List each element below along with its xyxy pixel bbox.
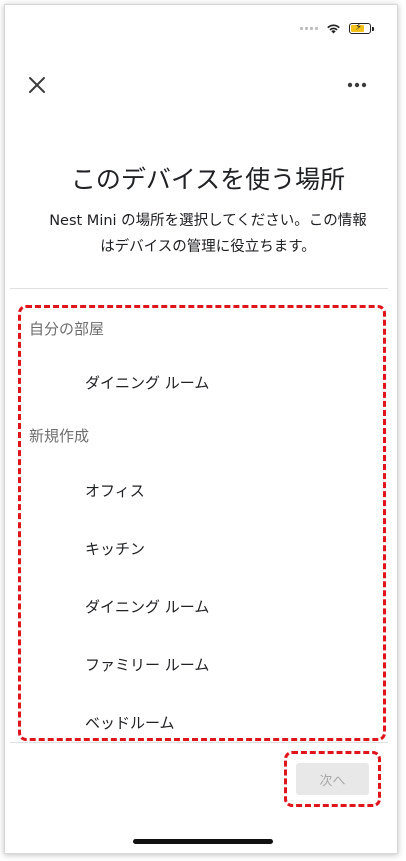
- cellular-signal-icon: [300, 27, 318, 30]
- section-header-my-rooms: 自分の部屋: [29, 320, 105, 338]
- wifi-icon: [327, 24, 340, 34]
- room-list: 自分の部屋 ダイニング ルーム 新規作成 オフィス キッチン ダイニング ルーム…: [18, 305, 386, 741]
- page-title: このデバイスを使う場所: [70, 165, 346, 194]
- next-button-highlight: 次へ: [284, 751, 381, 807]
- page-description: Nest Mini の場所を選択してください。この情報はデバイスの管理に役立ちま…: [49, 213, 367, 255]
- room-option-dining-existing[interactable]: ダイニング ルーム: [85, 372, 209, 393]
- more-options-button[interactable]: [339, 67, 375, 103]
- more-horizontal-icon: [347, 82, 367, 88]
- footer-divider: [10, 742, 388, 743]
- close-button[interactable]: [19, 67, 55, 103]
- room-option-dining[interactable]: ダイニング ルーム: [85, 596, 209, 617]
- close-icon: [29, 77, 45, 93]
- header-divider: [10, 288, 388, 289]
- next-button[interactable]: 次へ: [296, 763, 369, 795]
- section-header-create-new: 新規作成: [29, 427, 90, 445]
- home-indicator[interactable]: [133, 839, 273, 844]
- battery-charging-icon: ⚡: [349, 22, 374, 34]
- room-option-family[interactable]: ファミリー ルーム: [85, 654, 209, 675]
- room-option-bedroom[interactable]: ベッドルーム: [85, 712, 175, 733]
- device-screen: ⚡ このデバイスを使う場所 Nest Mini の場所を選択してください。この情…: [4, 4, 398, 854]
- status-bar: ⚡: [300, 22, 374, 34]
- room-option-office[interactable]: オフィス: [85, 480, 145, 501]
- room-option-kitchen[interactable]: キッチン: [85, 538, 145, 559]
